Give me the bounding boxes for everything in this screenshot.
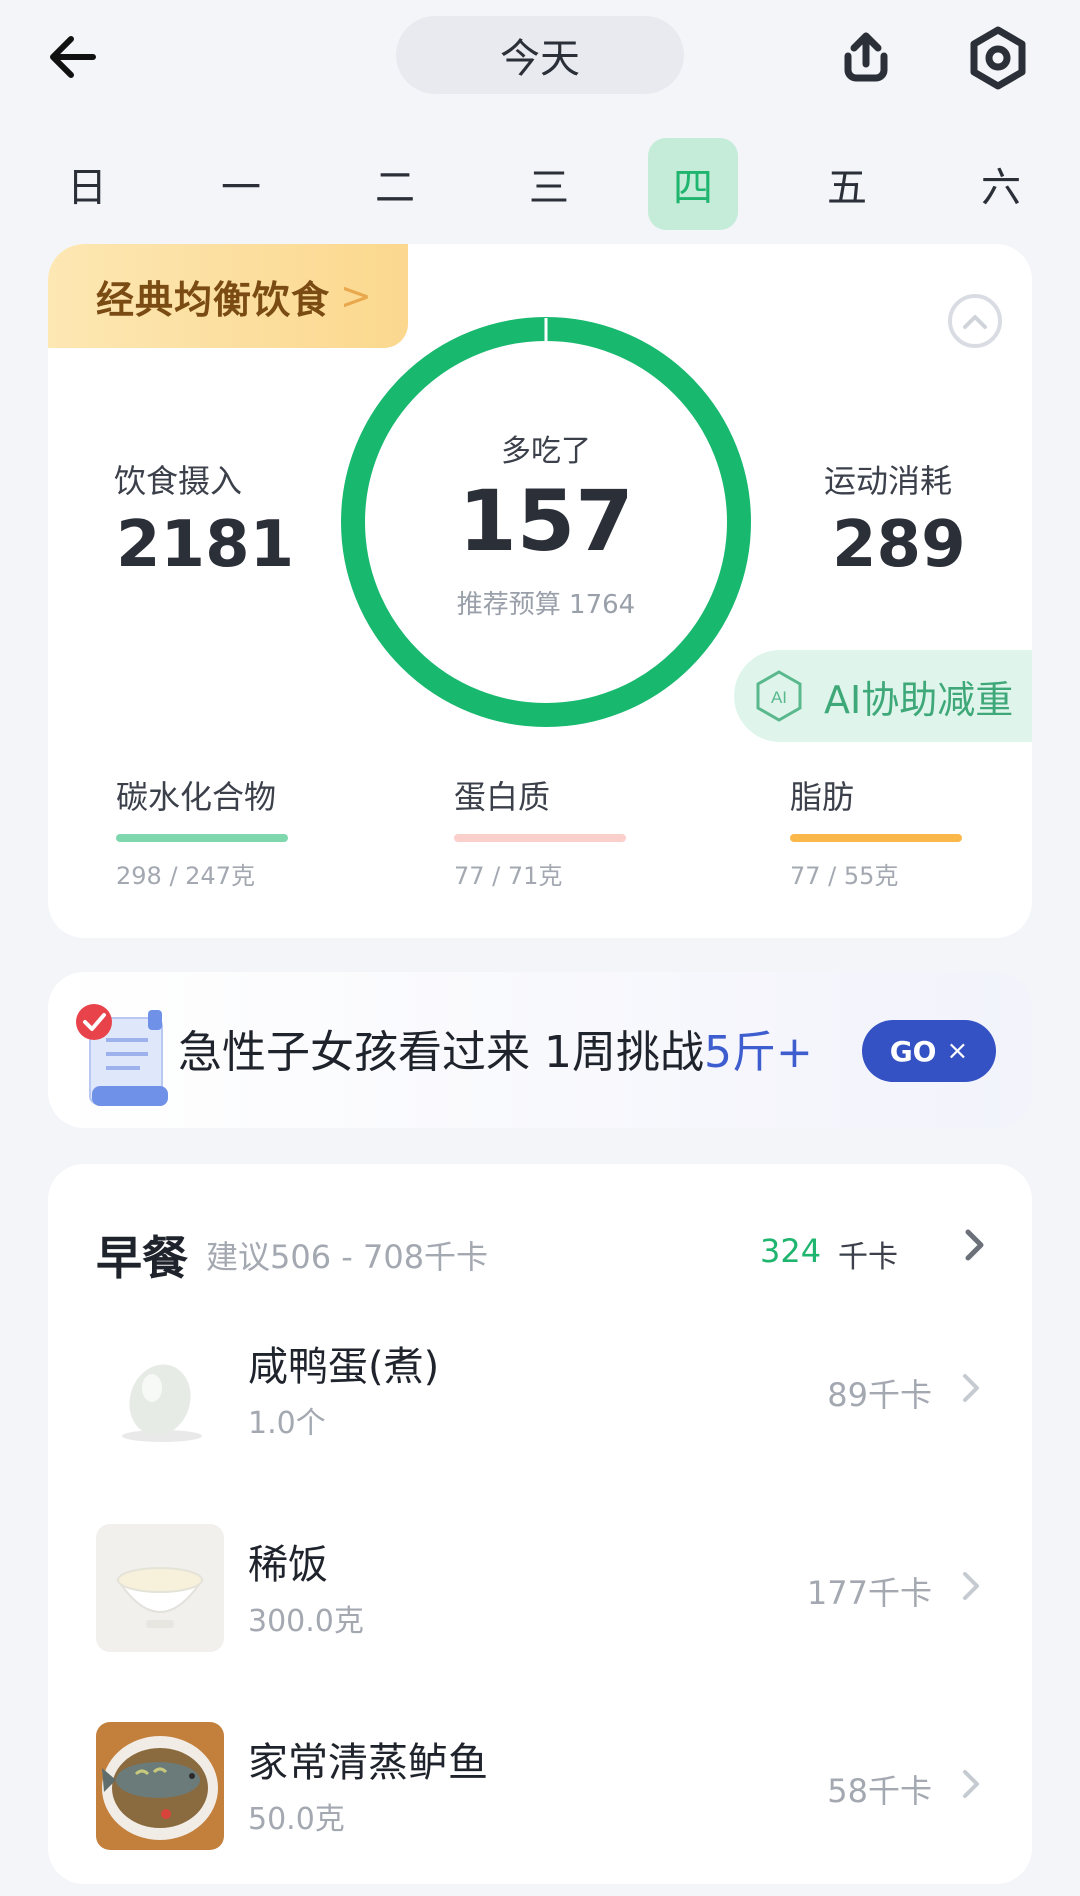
intake-label: 饮食摄入 bbox=[114, 462, 243, 500]
day-sun[interactable]: 日 bbox=[42, 138, 132, 230]
share-button[interactable] bbox=[830, 22, 902, 94]
meal-kcal-value: 324 bbox=[760, 1232, 822, 1270]
back-button[interactable] bbox=[38, 22, 108, 92]
exercise-label: 运动消耗 bbox=[824, 462, 953, 500]
food-name: 稀饭 bbox=[248, 1542, 328, 1588]
food-kcal: 177千卡 bbox=[806, 1574, 932, 1612]
challenge-promo-banner[interactable]: 急性子女孩看过来 1周挑战5斤+ GO × bbox=[48, 972, 1032, 1128]
food-item[interactable]: 咸鸭蛋(煮) 1.0个 89千卡 bbox=[96, 1326, 996, 1454]
promo-text: 急性子女孩看过来 1周挑战5斤+ bbox=[178, 1016, 813, 1080]
go-label: GO bbox=[889, 1034, 937, 1068]
ai-weight-loss-button[interactable]: AI AI协助减重 bbox=[734, 650, 1032, 742]
day-sat[interactable]: 六 bbox=[956, 138, 1046, 230]
food-kcal: 89千卡 bbox=[827, 1376, 932, 1414]
food-item[interactable]: 家常清蒸鲈鱼 50.0克 58千卡 bbox=[96, 1722, 996, 1850]
promo-main-text: 急性子女孩看过来 1周挑战 bbox=[178, 1027, 704, 1078]
ring-center: 多吃了 157 推荐预算 1764 bbox=[336, 312, 756, 732]
salted-egg-image bbox=[96, 1326, 224, 1454]
ai-label: AI协助减重 bbox=[824, 677, 1014, 722]
go-button[interactable]: GO × bbox=[862, 1020, 996, 1082]
share-upload-icon bbox=[844, 32, 888, 82]
ai-hexagon-icon: AI bbox=[756, 670, 802, 722]
macro-value: 77 / 71克 bbox=[454, 862, 563, 890]
week-day-selector: 日 一 二 三 四 五 六 bbox=[40, 138, 1050, 230]
day-fri[interactable]: 五 bbox=[802, 138, 892, 230]
chevron-right-icon bbox=[963, 1374, 979, 1402]
food-name: 家常清蒸鲈鱼 bbox=[248, 1740, 488, 1786]
chevron-up-icon bbox=[963, 315, 987, 329]
exercise-value: 289 bbox=[832, 508, 966, 582]
porridge-image bbox=[96, 1524, 224, 1652]
daily-summary-card: 经典均衡饮食 > 饮食摄入 2181 多吃了 157 推荐预算 1764 运动消… bbox=[48, 244, 1032, 938]
diet-plan-label: 经典均衡饮食 bbox=[96, 277, 331, 322]
meal-title: 早餐 bbox=[96, 1231, 188, 1285]
budget-text: 推荐预算 1764 bbox=[456, 590, 636, 620]
settings-button[interactable] bbox=[962, 22, 1034, 94]
chevron-right-icon bbox=[963, 1572, 979, 1600]
scroll-document-icon bbox=[76, 1004, 168, 1106]
meal-kcal-unit: 千卡 bbox=[838, 1240, 898, 1275]
food-name: 咸鸭蛋(煮) bbox=[248, 1344, 440, 1390]
promo-highlight: 5斤+ bbox=[703, 1027, 813, 1078]
macro-value: 77 / 55克 bbox=[790, 862, 899, 890]
chevron-right-icon bbox=[963, 1770, 979, 1798]
day-thu-selected[interactable]: 四 bbox=[648, 138, 738, 230]
meal-recommended-range: 建议506 - 708千卡 bbox=[206, 1238, 489, 1276]
ring-label: 多吃了 bbox=[501, 434, 591, 469]
food-quantity: 50.0克 bbox=[248, 1802, 345, 1837]
food-item[interactable]: 稀饭 300.0克 177千卡 bbox=[96, 1524, 996, 1652]
steamed-fish-image bbox=[96, 1722, 224, 1850]
food-quantity: 1.0个 bbox=[248, 1406, 326, 1441]
day-mon[interactable]: 一 bbox=[196, 138, 286, 230]
macro-bar bbox=[790, 834, 962, 842]
date-selector[interactable]: 今天 bbox=[396, 16, 684, 94]
gear-icon bbox=[970, 26, 1026, 90]
intake-value: 2181 bbox=[116, 508, 295, 582]
macro-fat: 脂肪 77 / 55克 bbox=[790, 772, 990, 891]
chevron-right-icon[interactable] bbox=[954, 1220, 994, 1270]
food-kcal: 58千卡 bbox=[827, 1772, 932, 1810]
macro-bar bbox=[454, 834, 626, 842]
macro-label: 碳水化合物 bbox=[116, 778, 277, 816]
food-quantity: 300.0克 bbox=[248, 1604, 364, 1639]
macro-value: 298 / 247克 bbox=[116, 862, 255, 890]
macro-protein: 蛋白质 77 / 71克 bbox=[454, 772, 654, 891]
collapse-button[interactable] bbox=[948, 294, 1002, 348]
macro-carbs: 碳水化合物 298 / 247克 bbox=[116, 772, 316, 891]
day-tue[interactable]: 二 bbox=[350, 138, 440, 230]
macro-label: 脂肪 bbox=[790, 778, 855, 816]
close-icon[interactable]: × bbox=[947, 1036, 969, 1066]
breakfast-card: 早餐 建议506 - 708千卡 324 千卡 咸鸭蛋(煮) 1.0个 89千卡… bbox=[48, 1164, 1032, 1884]
ring-value: 157 bbox=[458, 472, 634, 570]
macro-bar bbox=[116, 834, 288, 842]
date-label: 今天 bbox=[500, 36, 580, 82]
day-wed[interactable]: 三 bbox=[504, 138, 594, 230]
arrow-left-icon bbox=[50, 36, 96, 78]
svg-text:AI: AI bbox=[771, 688, 787, 707]
macro-label: 蛋白质 bbox=[454, 778, 551, 816]
